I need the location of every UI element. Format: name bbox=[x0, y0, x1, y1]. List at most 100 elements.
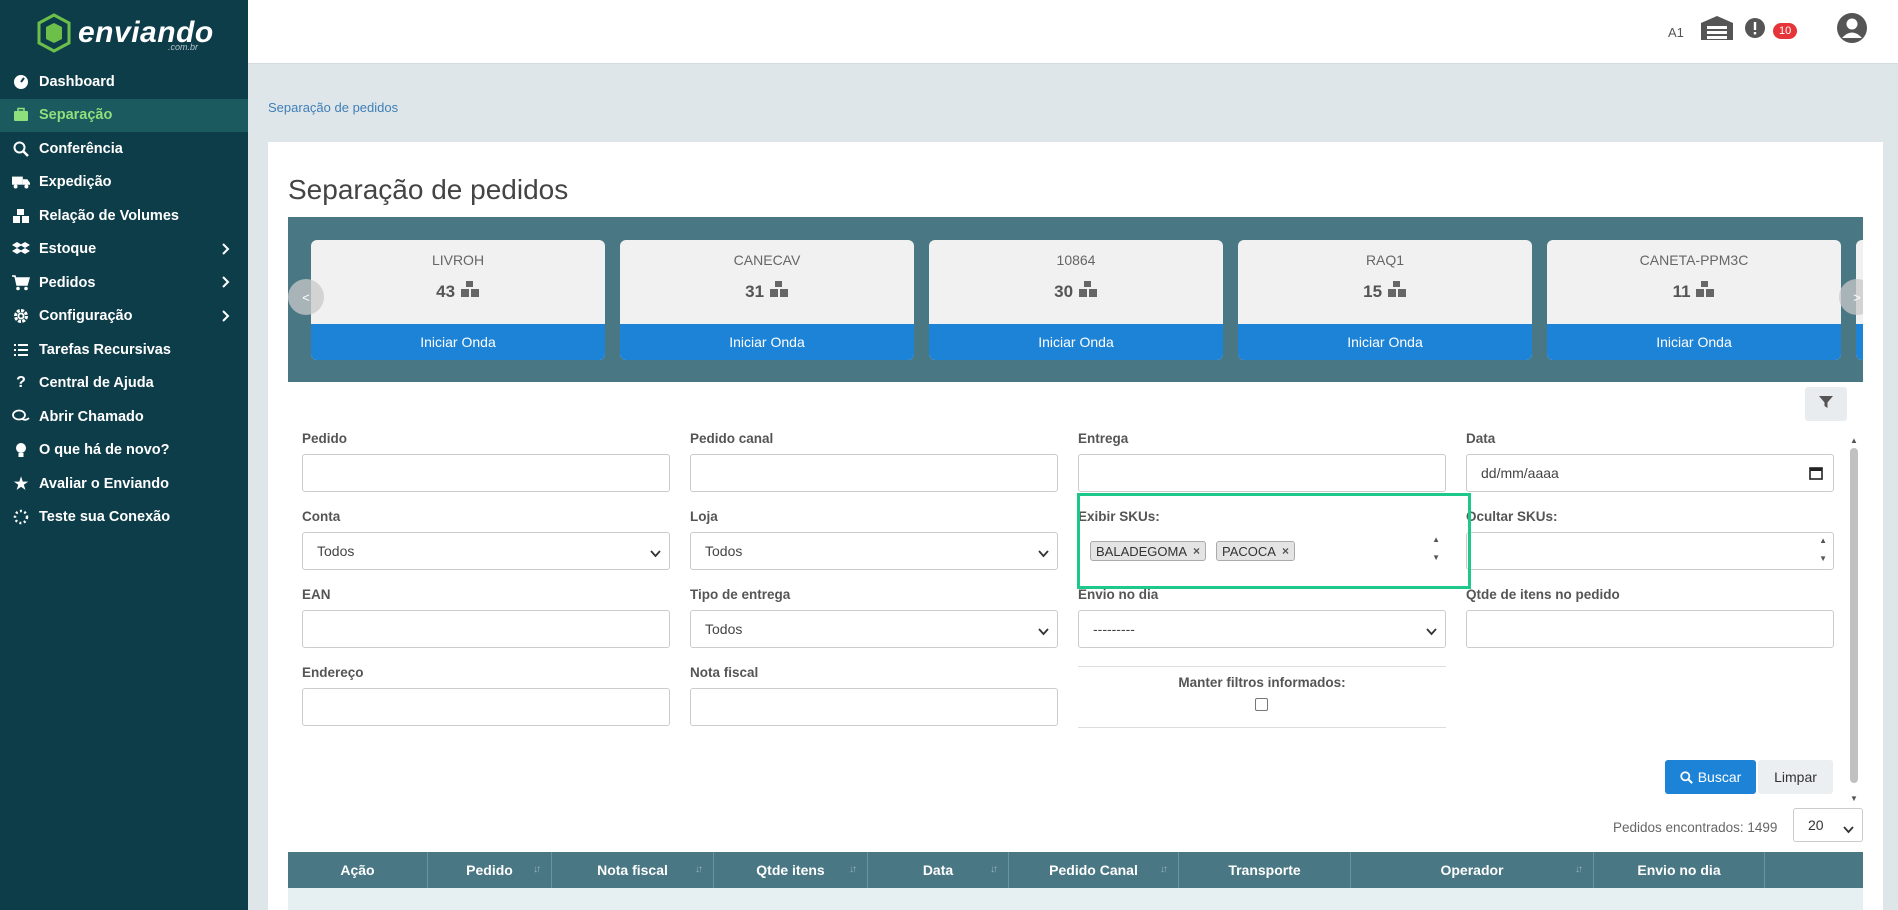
sidebar-item-label: Tarefas Recursivas bbox=[39, 341, 171, 358]
boxes-icon bbox=[12, 207, 30, 225]
logo-icon bbox=[37, 13, 71, 53]
alert-count-badge: 10 bbox=[1773, 23, 1798, 39]
wave-quantity: 30 bbox=[929, 281, 1223, 302]
pedido-canal-field: Pedido canal bbox=[690, 431, 1058, 492]
star-icon: ★ bbox=[13, 475, 29, 493]
table-header: Ação Pedido ↓↑ Nota fiscal ↓↑ Qtde itens ↓↑… bbox=[288, 852, 1863, 888]
conta-select[interactable]: Todos bbox=[302, 532, 670, 570]
sidebar-item-dashboard[interactable]: Dashboard bbox=[0, 65, 248, 99]
ocultar-skus-input[interactable]: ▲ ▼ bbox=[1466, 532, 1834, 570]
page-size-select[interactable]: 20 bbox=[1793, 808, 1863, 842]
logo-subtext: .com.br bbox=[168, 42, 199, 52]
scroll-down-arrow[interactable]: ▼ bbox=[1850, 794, 1858, 803]
start-wave-button[interactable] bbox=[1856, 324, 1863, 360]
sidebar-item-label: Teste sua Conexão bbox=[39, 509, 171, 526]
clear-button[interactable]: Limpar bbox=[1758, 760, 1833, 794]
wave-sku: CANECAV bbox=[733, 252, 801, 268]
alert-icon[interactable] bbox=[1744, 17, 1766, 44]
start-wave-button[interactable]: Iniciar Onda bbox=[1547, 324, 1841, 360]
qtde-itens-input[interactable] bbox=[1466, 610, 1834, 648]
wave-carousel: LIVROH 43 Iniciar Onda CANECAV 31 Inicia… bbox=[288, 217, 1863, 382]
boxes-icon bbox=[1078, 281, 1097, 297]
top-bar: A1 10 bbox=[248, 0, 1898, 64]
sort-icon: ↓↑ bbox=[849, 864, 857, 875]
sidebar-item-avaliar[interactable]: ★ Avaliar o Enviando bbox=[0, 467, 248, 501]
qtde-itens-label: Qtde de itens no pedido bbox=[1466, 587, 1620, 602]
keep-filters-checkbox[interactable] bbox=[1255, 698, 1268, 711]
carousel-prev-button[interactable]: < bbox=[288, 279, 324, 315]
briefcase-icon bbox=[12, 106, 30, 124]
truck-icon bbox=[12, 173, 30, 191]
chevron-down-icon bbox=[1038, 623, 1049, 639]
sidebar-item-label: Abrir Chamado bbox=[39, 408, 144, 425]
calendar-icon[interactable] bbox=[1809, 466, 1823, 483]
scroll-thumb[interactable] bbox=[1850, 448, 1858, 783]
start-wave-button[interactable]: Iniciar Onda bbox=[1238, 324, 1532, 360]
account-label[interactable]: A1 bbox=[1668, 25, 1684, 40]
tipo-entrega-selected-value: Todos bbox=[705, 621, 743, 637]
envio-dia-field: Envio no dia --------- bbox=[1078, 587, 1446, 648]
wave-sku: 10864 bbox=[1056, 252, 1096, 268]
sort-icon: ↓↑ bbox=[990, 864, 998, 875]
highlight-box bbox=[1077, 493, 1471, 589]
data-input[interactable]: dd/mm/aaaa bbox=[1466, 454, 1834, 492]
gear-icon bbox=[12, 307, 30, 325]
filters-scrollbar[interactable]: ▲ ▼ bbox=[1850, 436, 1858, 803]
chevron-right-icon bbox=[222, 242, 230, 259]
column-header-pedido[interactable]: Pedido ↓↑ bbox=[428, 852, 552, 888]
breadcrumb[interactable]: Separação de pedidos bbox=[268, 100, 398, 115]
sidebar-item-separacao[interactable]: Separação bbox=[0, 98, 248, 132]
entrega-label: Entrega bbox=[1078, 431, 1129, 446]
sidebar-item-novidades[interactable]: O que há de novo? bbox=[0, 434, 248, 468]
tipo-entrega-select[interactable]: Todos bbox=[690, 610, 1058, 648]
dropbox-icon bbox=[12, 240, 30, 258]
column-header-pedido-canal[interactable]: Pedido Canal ↓↑ bbox=[1009, 852, 1179, 888]
start-wave-button[interactable]: Iniciar Onda bbox=[311, 324, 605, 360]
column-header-operador[interactable]: Operador ↓↑ bbox=[1351, 852, 1594, 888]
pedido-input[interactable] bbox=[302, 454, 670, 492]
loja-select[interactable]: Todos bbox=[690, 532, 1058, 570]
envio-dia-select[interactable]: --------- bbox=[1078, 610, 1446, 648]
sidebar-item-relacao-volumes[interactable]: Relação de Volumes bbox=[0, 199, 248, 233]
nota-fiscal-field: Nota fiscal bbox=[690, 665, 1058, 726]
warehouse-icon[interactable] bbox=[1700, 15, 1734, 46]
sidebar-item-configuracao[interactable]: Configuração bbox=[0, 300, 248, 334]
pedido-canal-input[interactable] bbox=[690, 454, 1058, 492]
sidebar-item-teste-conexao[interactable]: Teste sua Conexão bbox=[0, 501, 248, 535]
pedido-field: Pedido bbox=[302, 431, 670, 492]
sidebar-item-conferencia[interactable]: Conferência bbox=[0, 132, 248, 166]
column-header-qtde-itens[interactable]: Qtde itens ↓↑ bbox=[714, 852, 868, 888]
carousel-next-button[interactable]: > bbox=[1839, 279, 1863, 315]
boxes-icon bbox=[1696, 281, 1715, 297]
column-header-acao: Ação bbox=[288, 852, 428, 888]
endereco-input[interactable] bbox=[302, 688, 670, 726]
data-field: Data dd/mm/aaaa bbox=[1466, 431, 1834, 492]
column-header-data[interactable]: Data ↓↑ bbox=[868, 852, 1009, 888]
wave-sku: CANETA-PPM3C bbox=[1639, 252, 1749, 268]
sidebar-item-expedicao[interactable]: Expedição bbox=[0, 166, 248, 200]
scroll-up-arrow[interactable]: ▲ bbox=[1850, 436, 1858, 445]
search-button[interactable]: Buscar bbox=[1665, 760, 1756, 794]
sidebar-item-chamado[interactable]: Abrir Chamado bbox=[0, 400, 248, 434]
start-wave-button[interactable]: Iniciar Onda bbox=[620, 324, 914, 360]
nota-fiscal-input[interactable] bbox=[690, 688, 1058, 726]
list-icon bbox=[12, 341, 30, 359]
sidebar-item-ajuda[interactable]: ? Central de Ajuda bbox=[0, 367, 248, 401]
sidebar-item-tarefas[interactable]: Tarefas Recursivas bbox=[0, 333, 248, 367]
sidebar-item-pedidos[interactable]: Pedidos bbox=[0, 266, 248, 300]
scroll-arrows[interactable]: ▲ ▼ bbox=[1819, 537, 1827, 563]
ocultar-skus-field: Ocultar SKUs: ▲ ▼ bbox=[1466, 509, 1834, 570]
start-wave-button[interactable]: Iniciar Onda bbox=[929, 324, 1223, 360]
column-header-nota-fiscal[interactable]: Nota fiscal ↓↑ bbox=[552, 852, 714, 888]
chevron-right-icon bbox=[222, 276, 230, 292]
user-avatar-icon[interactable] bbox=[1836, 12, 1868, 49]
sort-icon: ↓↑ bbox=[533, 864, 541, 875]
wave-card: CANECAV 31 Iniciar Onda bbox=[620, 240, 914, 360]
nota-fiscal-label: Nota fiscal bbox=[690, 665, 759, 680]
ean-field: EAN bbox=[302, 587, 670, 648]
sidebar-item-estoque[interactable]: Estoque bbox=[0, 233, 248, 267]
search-button-label: Buscar bbox=[1697, 769, 1742, 785]
entrega-input[interactable] bbox=[1078, 454, 1446, 492]
ean-input[interactable] bbox=[302, 610, 670, 648]
filter-toggle-button[interactable] bbox=[1805, 387, 1847, 421]
